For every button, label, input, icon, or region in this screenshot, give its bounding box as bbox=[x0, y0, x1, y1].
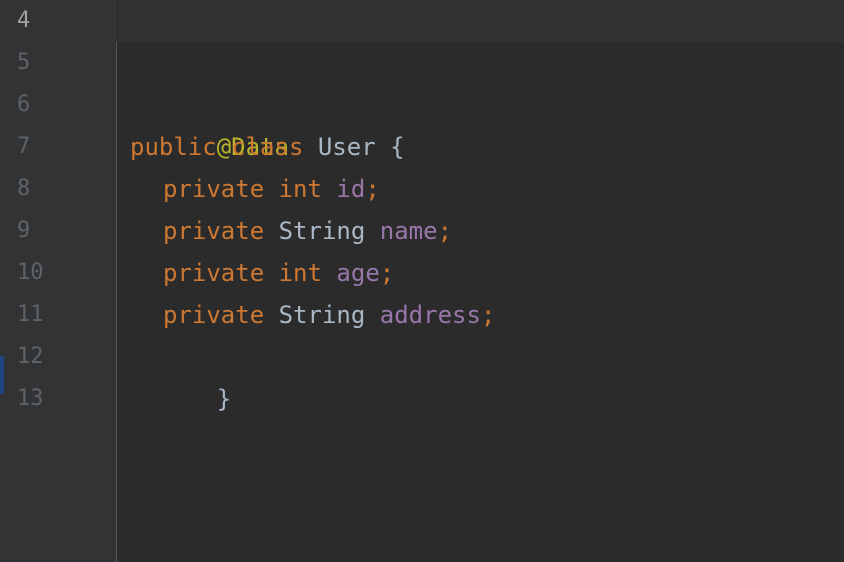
line-number-5: 5 bbox=[17, 50, 31, 75]
keyword-public: public bbox=[130, 133, 217, 161]
keyword-private: private bbox=[163, 301, 265, 329]
current-line-highlight bbox=[118, 0, 844, 42]
field-address: address bbox=[379, 301, 481, 329]
class-name: User bbox=[317, 133, 376, 161]
line-number-gutter[interactable]: 4 5 6 7 8 9 10 11 12 13 bbox=[0, 0, 117, 562]
keyword-private: private bbox=[163, 217, 265, 245]
line-number-6: 6 bbox=[17, 92, 31, 117]
line-number-10: 10 bbox=[17, 260, 44, 285]
field-id: id bbox=[336, 175, 366, 203]
code-line-8: private int id; bbox=[130, 168, 380, 210]
change-marker bbox=[0, 356, 4, 394]
semicolon: ; bbox=[480, 301, 496, 329]
keyword-int: int bbox=[278, 259, 322, 287]
field-name: name bbox=[379, 217, 438, 245]
code-line-7: public class User { bbox=[130, 126, 405, 168]
code-line-12: } bbox=[130, 336, 231, 413]
semicolon: ; bbox=[379, 259, 395, 287]
line-number-12: 12 bbox=[17, 344, 44, 369]
open-brace: { bbox=[390, 133, 405, 161]
line-number-8: 8 bbox=[17, 176, 31, 201]
semicolon: ; bbox=[437, 217, 453, 245]
line-number-11: 11 bbox=[17, 302, 44, 327]
field-age: age bbox=[336, 259, 380, 287]
keyword-private: private bbox=[163, 175, 265, 203]
code-line-10: private int age; bbox=[130, 252, 394, 294]
line-number-9: 9 bbox=[17, 218, 31, 243]
type-string: String bbox=[278, 217, 366, 245]
keyword-private: private bbox=[163, 259, 265, 287]
code-editor[interactable]: 4 5 6 7 8 9 10 11 12 13 @Data public cla… bbox=[0, 0, 844, 562]
type-string: String bbox=[278, 301, 366, 329]
line-number-13: 13 bbox=[17, 386, 44, 411]
code-line-9: private String name; bbox=[130, 210, 452, 252]
keyword-class: class bbox=[231, 133, 304, 161]
code-line-6: @Data bbox=[130, 84, 289, 161]
close-brace: } bbox=[216, 385, 232, 413]
line-number-7: 7 bbox=[17, 134, 31, 159]
semicolon: ; bbox=[365, 175, 380, 203]
code-line-11: private String address; bbox=[130, 294, 495, 336]
line-number-4: 4 bbox=[17, 8, 31, 33]
keyword-int: int bbox=[278, 175, 322, 203]
